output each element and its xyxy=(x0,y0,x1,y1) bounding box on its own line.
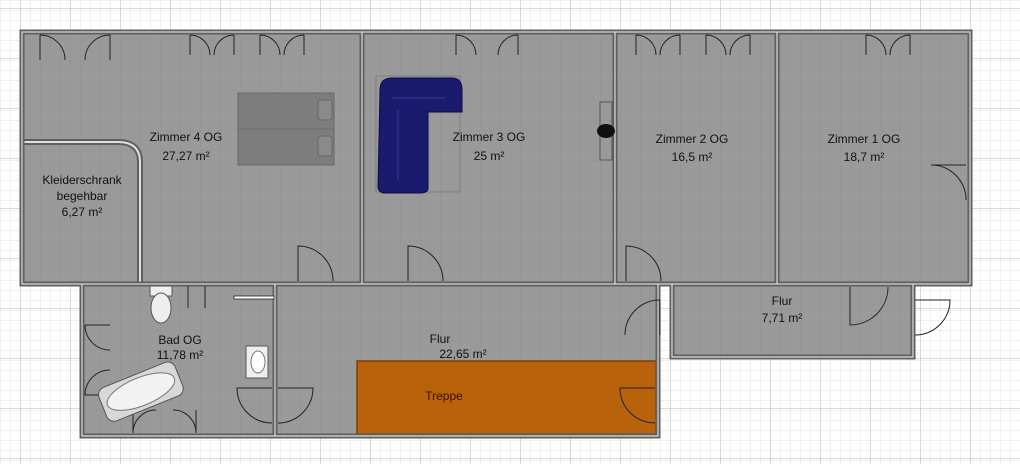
room-area: 22,65 m² xyxy=(439,347,487,361)
room-area: 18,7 m² xyxy=(843,150,885,164)
stairs-block xyxy=(356,360,657,435)
room-name-second-line: begehbar xyxy=(56,189,108,203)
floor-plan-drawing xyxy=(0,0,1020,464)
room-name: Kleiderschrank xyxy=(42,173,122,187)
room-area: 27,27 m² xyxy=(162,149,210,163)
room-area: 16,5 m² xyxy=(671,150,713,164)
label-kleiderschrank: Kleiderschrank begehbar 6,27 m² xyxy=(42,172,121,220)
room-area: 11,78 m² xyxy=(156,348,204,362)
bed-furniture xyxy=(237,92,335,166)
sink-fixture xyxy=(245,345,269,379)
label-zimmer3: Zimmer 3 OG 25 m² xyxy=(453,130,526,164)
label-stairs: Treppe xyxy=(425,389,463,404)
toilet-fixture xyxy=(149,285,173,324)
room-area: 6,27 m² xyxy=(61,205,103,219)
room-name: Flur xyxy=(771,294,793,308)
room-name: Zimmer 2 OG xyxy=(655,132,729,146)
room-area: 7,71 m² xyxy=(761,311,803,325)
label-zimmer1: Zimmer 1 OG 18,7 m² xyxy=(828,132,901,165)
room-name: Zimmer 3 OG xyxy=(452,130,526,144)
room-name: Zimmer 1 OG xyxy=(827,132,901,146)
label-bad: Bad OG 11,78 m² xyxy=(157,333,203,363)
stairs-text: Treppe xyxy=(425,389,463,403)
label-flur-right: Flur 7,71 m² xyxy=(762,294,803,326)
room-name: Zimmer 4 OG xyxy=(149,130,223,144)
room-name: Bad OG xyxy=(158,333,202,347)
floor-plan-canvas: Zimmer 4 OG 27,27 m² Zimmer 3 OG 25 m² Z… xyxy=(0,0,1020,464)
room-name: Flur xyxy=(429,332,451,346)
label-zimmer2: Zimmer 2 OG 16,5 m² xyxy=(656,132,729,165)
label-flur-main: Flur 22,65 m² xyxy=(393,332,487,362)
room-area: 25 m² xyxy=(473,149,505,163)
label-zimmer4: Zimmer 4 OG 27,27 m² xyxy=(150,130,223,164)
